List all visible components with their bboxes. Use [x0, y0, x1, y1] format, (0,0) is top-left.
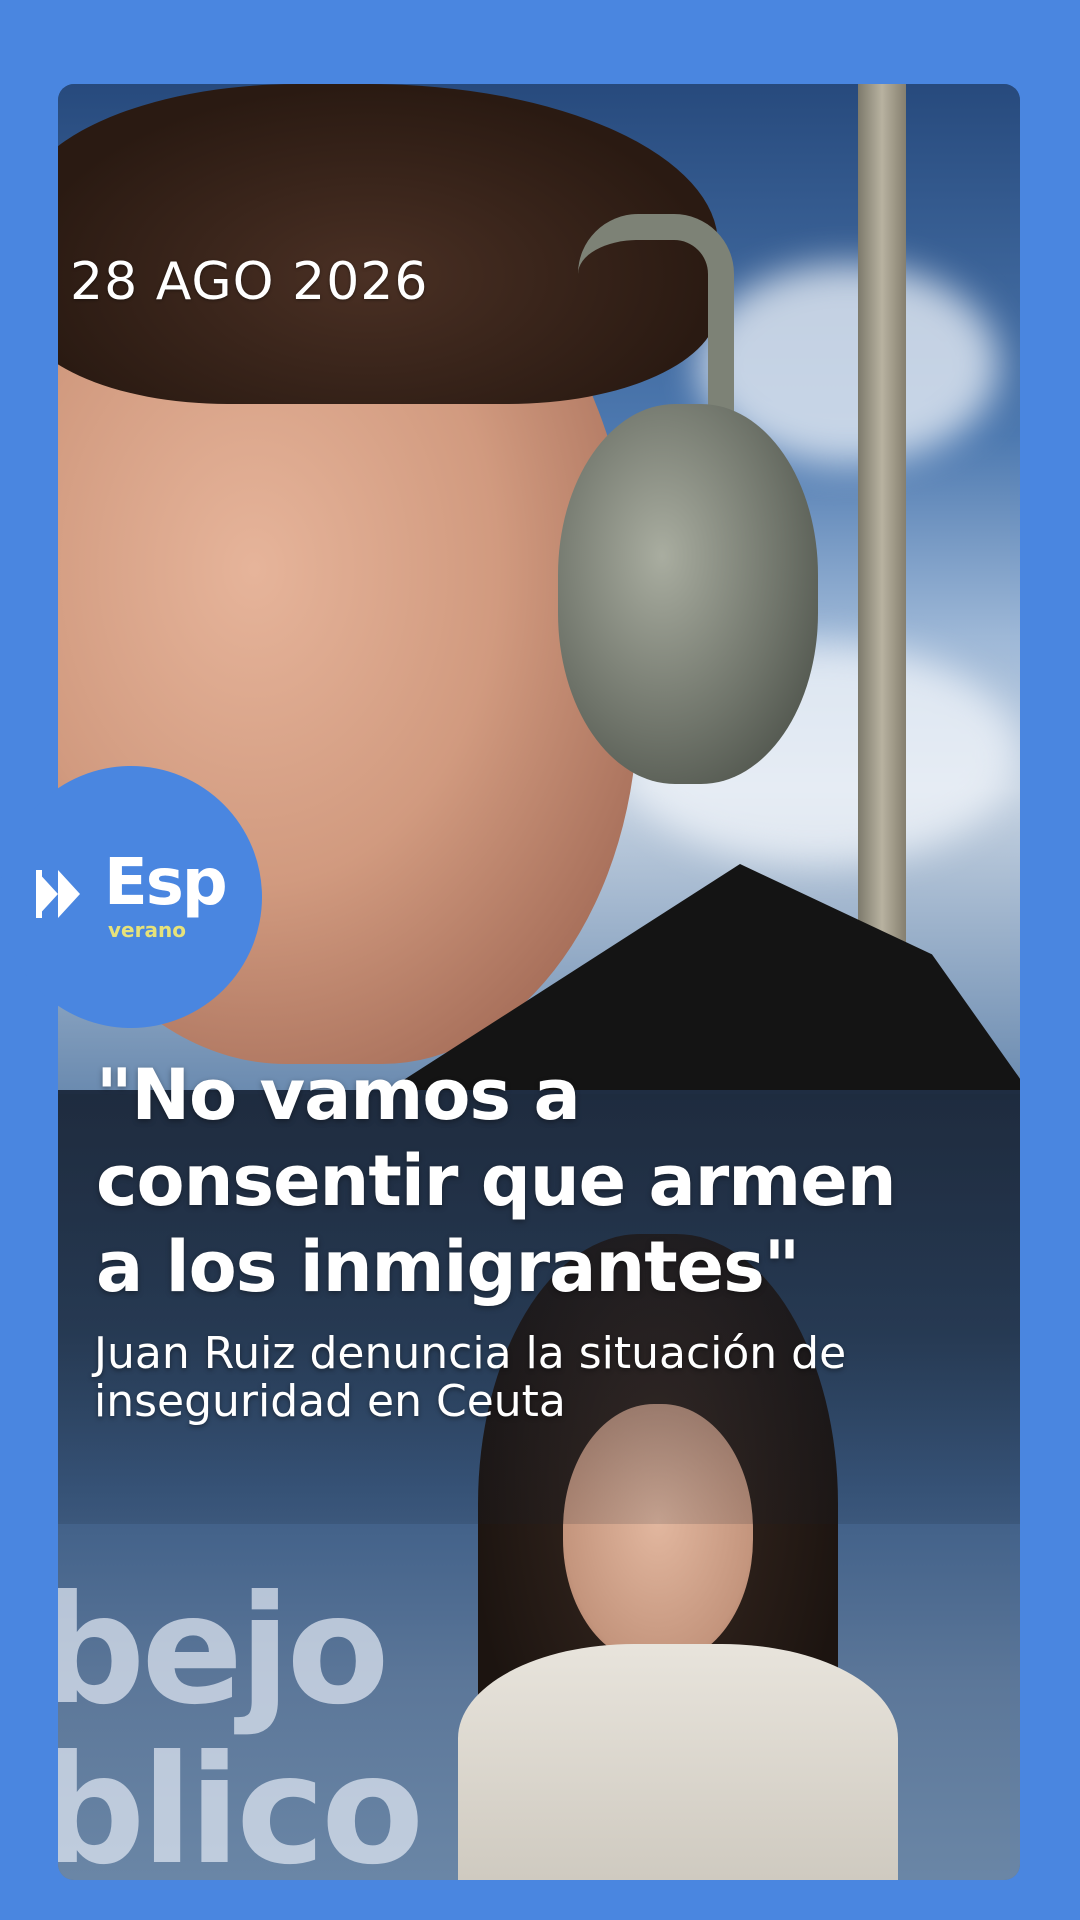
logo-name: Esp	[104, 846, 228, 920]
subheadline: Juan Ruiz denuncia la situación de inseg…	[94, 1330, 974, 1426]
background-sign-text: bejo	[58, 1564, 390, 1738]
headline[interactable]: "No vamos a consentir que armen a los in…	[96, 1052, 936, 1310]
headline-line: consentir que armen	[96, 1140, 897, 1222]
logo-tag: verano	[108, 918, 186, 942]
double-play-icon	[36, 870, 80, 918]
background-sign-text: blico	[58, 1724, 424, 1880]
subheadline-line: Juan Ruiz denuncia la situación de	[94, 1328, 847, 1379]
woman-top	[458, 1644, 898, 1880]
channel-logo[interactable]: Esp verano	[0, 766, 262, 1028]
headphone-cup	[558, 404, 818, 784]
headline-line: a los inmigrantes"	[96, 1226, 800, 1308]
headline-line: "No vamos a	[96, 1054, 581, 1136]
story-date: 28 AGO 2026	[70, 252, 429, 312]
subheadline-line: inseguridad en Ceuta	[94, 1376, 566, 1427]
